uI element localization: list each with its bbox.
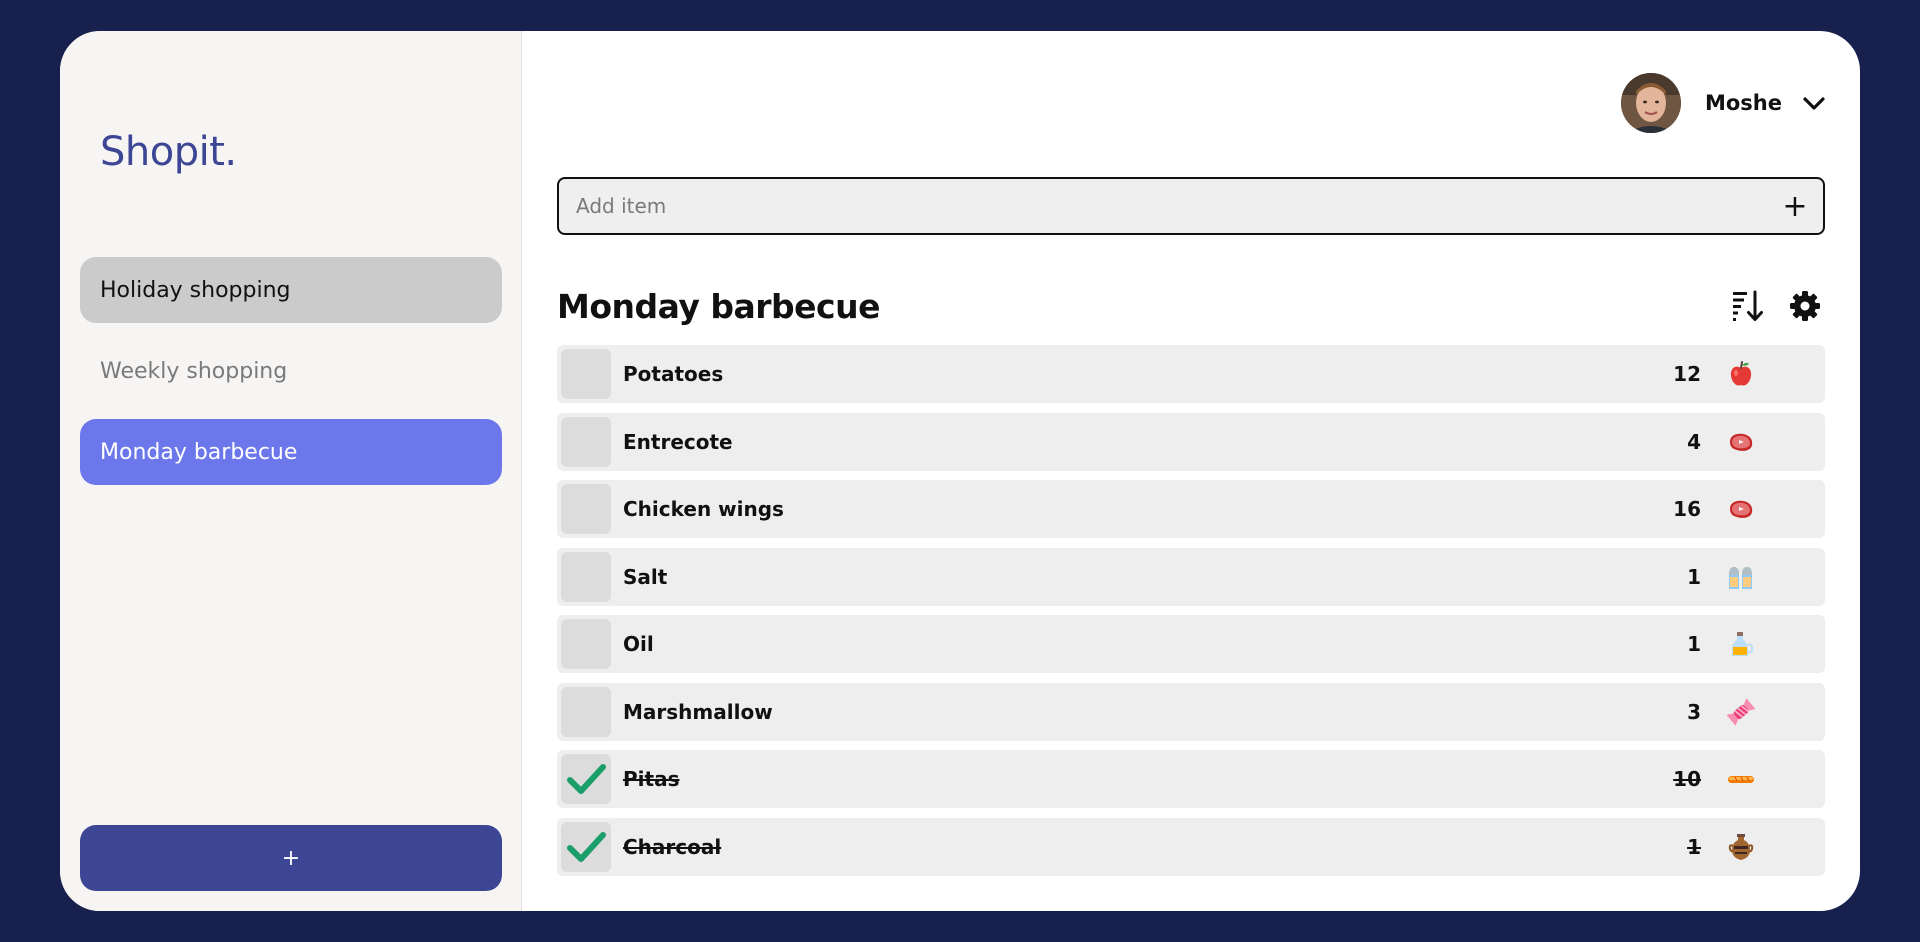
list-item[interactable]: Marshmallow 3 (557, 682, 1825, 741)
list-item[interactable]: Potatoes 12 (557, 345, 1825, 403)
sidebar-item-weekly-shopping[interactable]: Weekly shopping (80, 338, 502, 404)
user-name: Moshe (1704, 91, 1782, 115)
item-quantity: 12 (1673, 362, 1701, 386)
item-checkbox[interactable] (561, 619, 611, 669)
item-name: Chicken wings (623, 497, 784, 521)
list-item[interactable]: Oil 1 (557, 615, 1825, 673)
amphora-icon (1727, 833, 1755, 861)
item-name: Charcoal (623, 834, 722, 859)
oil-bottle-icon (1727, 630, 1755, 658)
gear-icon (1790, 291, 1820, 321)
main-panel: Moshe + Monday barbecue (522, 31, 1860, 911)
item-name: Oil (623, 632, 654, 656)
sort-button[interactable] (1728, 286, 1768, 326)
item-quantity: 1 (1687, 564, 1701, 589)
chevron-down-icon (1803, 97, 1825, 110)
list-item[interactable]: Salt 1 (557, 547, 1825, 606)
item-name: Pitas (623, 767, 680, 791)
user-menu[interactable]: Moshe (1620, 73, 1826, 133)
app-logo: Shopit. (100, 129, 237, 175)
item-quantity: 1 (1687, 632, 1701, 656)
add-item-bar: + (557, 177, 1825, 235)
add-list-button[interactable]: + (80, 825, 502, 891)
sidebar-item-label: Monday barbecue (100, 439, 298, 465)
list-title: Monday barbecue (557, 286, 880, 326)
checkmark-icon (567, 764, 606, 794)
item-name: Marshmallow (623, 699, 773, 724)
add-item-button[interactable]: + (1767, 179, 1823, 233)
sort-icon (1733, 290, 1763, 321)
item-checkbox[interactable] (561, 754, 611, 804)
bread-icon (1727, 765, 1755, 793)
item-checkbox[interactable] (561, 686, 611, 737)
item-checkbox[interactable] (561, 349, 611, 399)
list-header: Monday barbecue (557, 279, 1825, 333)
sidebar: Shopit. Holiday shopping Weekly shopping… (60, 31, 522, 911)
item-checkbox[interactable] (561, 416, 611, 467)
shopping-lists-nav: Holiday shopping Weekly shopping Monday … (80, 257, 502, 500)
app-window: Shopit. Holiday shopping Weekly shopping… (60, 31, 1860, 911)
apple-icon (1727, 360, 1755, 388)
item-quantity: 3 (1687, 699, 1701, 724)
item-quantity: 16 (1673, 497, 1701, 521)
list-item[interactable]: Entrecote 4 (557, 412, 1825, 471)
list-item[interactable]: Charcoal 1 (557, 817, 1825, 876)
item-checkbox[interactable] (561, 551, 611, 602)
item-checkbox[interactable] (561, 484, 611, 534)
add-item-input[interactable] (559, 179, 1767, 233)
item-quantity: 1 (1687, 834, 1701, 859)
item-name: Potatoes (623, 362, 724, 386)
steak-icon (1727, 495, 1755, 523)
checkmark-icon (567, 831, 606, 862)
sidebar-item-label: Holiday shopping (100, 277, 291, 303)
salt-shaker-icon (1727, 563, 1755, 591)
item-quantity: 10 (1673, 767, 1701, 791)
sidebar-item-holiday-shopping[interactable]: Holiday shopping (80, 257, 502, 323)
settings-button[interactable] (1785, 286, 1825, 326)
list-item[interactable]: Chicken wings 16 (557, 480, 1825, 538)
candy-icon (1727, 697, 1755, 726)
avatar (1620, 73, 1681, 133)
item-name: Entrecote (623, 429, 733, 454)
sidebar-item-label: Weekly shopping (100, 358, 288, 384)
item-name: Salt (623, 564, 668, 589)
sidebar-item-monday-barbecue[interactable]: Monday barbecue (80, 419, 502, 485)
item-quantity: 4 (1687, 429, 1701, 454)
steak-icon (1727, 428, 1755, 456)
list-item[interactable]: Pitas 10 (557, 750, 1825, 808)
item-checkbox[interactable] (561, 821, 611, 872)
items-list: Potatoes 12 Entrecote 4 Chicken wings 16… (557, 345, 1825, 885)
